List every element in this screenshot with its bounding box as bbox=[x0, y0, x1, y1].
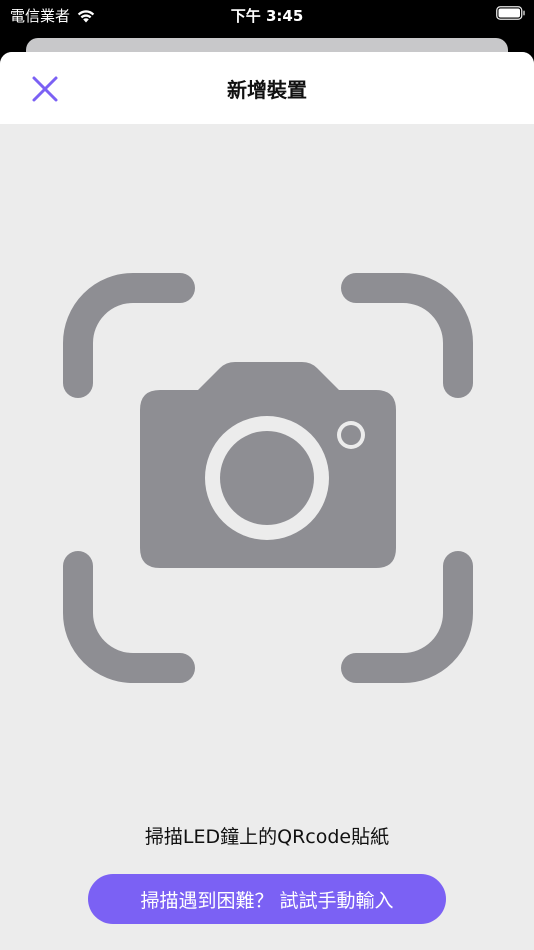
scan-instruction: 掃描LED鐘上的QRcode貼紙 bbox=[144, 826, 390, 848]
nav-bar: 新增裝置 bbox=[0, 52, 534, 124]
status-bar: 電信業者 下午 3:45 bbox=[0, 0, 534, 30]
battery-icon bbox=[496, 6, 525, 20]
camera-scan-frame-icon bbox=[63, 273, 473, 683]
page-title: 新增裝置 bbox=[227, 78, 307, 102]
add-device-sheet: 新增裝置 bbox=[0, 52, 534, 950]
screen: 電信業者 下午 3:45 新增裝置 掃描LED鐘上的QRcode貼紙 掃描遇到困… bbox=[0, 0, 534, 950]
status-time: 下午 3:45 bbox=[230, 7, 304, 25]
manual-entry-button[interactable]: 掃描遇到困難？ 試試手動輸入 bbox=[88, 874, 446, 924]
